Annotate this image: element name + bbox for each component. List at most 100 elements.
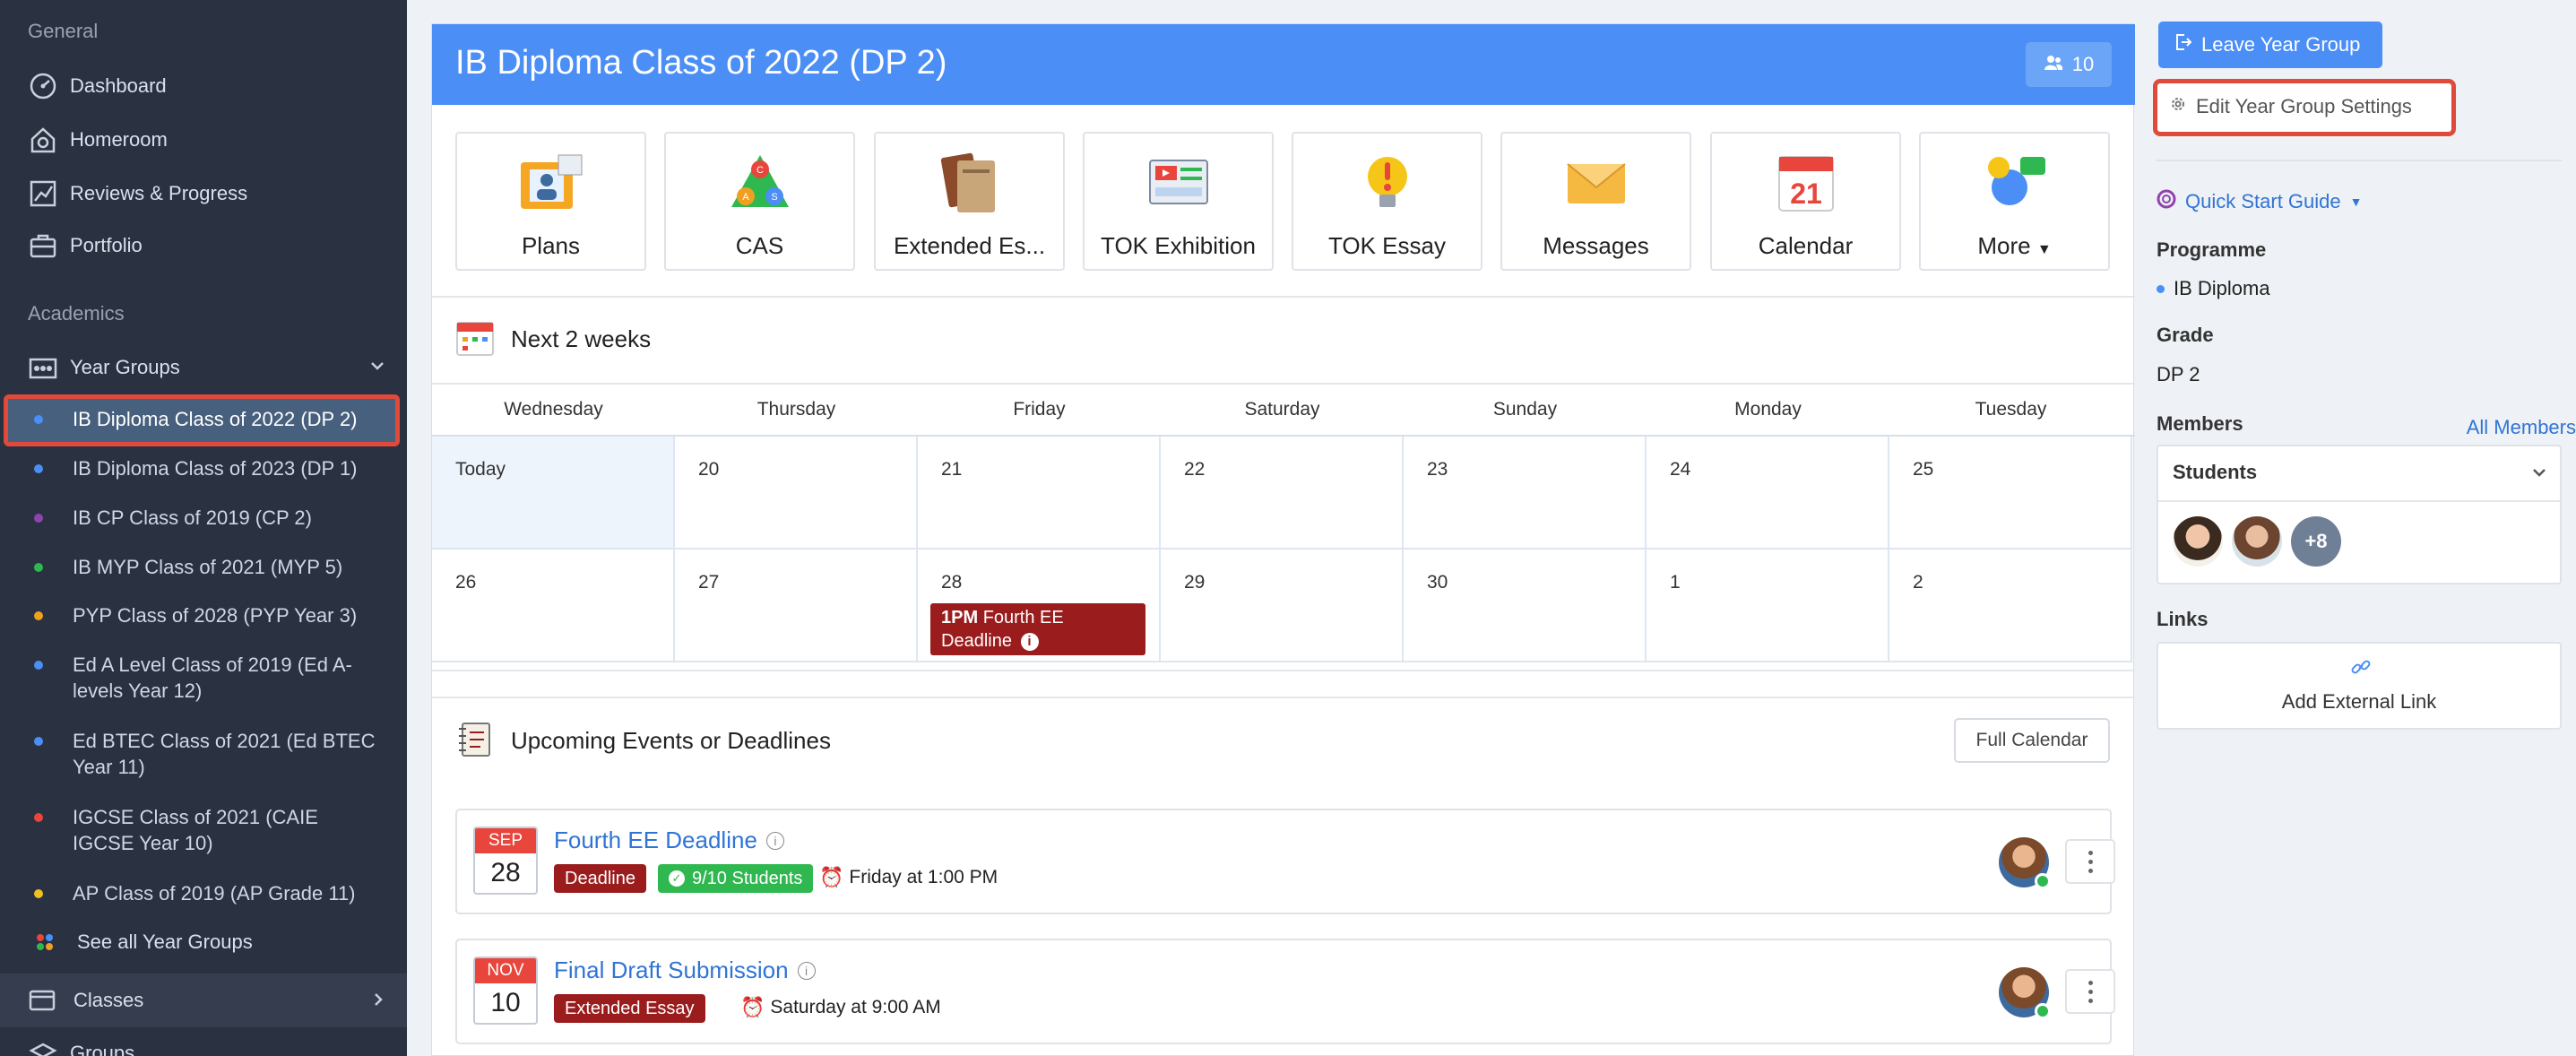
notebook-icon [455, 720, 495, 764]
members-count-button[interactable]: 10 [2026, 42, 2112, 87]
info-icon: i [1020, 632, 1039, 651]
link-icon [2350, 656, 2372, 682]
event-students-badge: ✓ 9/10 Students [658, 864, 814, 893]
calendar-cell[interactable]: 22 [1161, 437, 1404, 550]
cas-icon: C A S [726, 150, 794, 218]
year-group-dot [34, 464, 43, 473]
extended-essay-icon [936, 150, 1004, 218]
calendar-cell[interactable]: Today [432, 437, 675, 550]
upcoming-title: Upcoming Events or Deadlines [511, 727, 831, 754]
year-group-dot [34, 563, 43, 572]
avatar[interactable] [2232, 516, 2282, 567]
event-card[interactable]: SEP 28 Fourth EE Deadline i Deadline ✓ 9/1… [455, 809, 2115, 914]
nav-reviews[interactable]: Reviews & Progress [0, 168, 407, 220]
calendar-date: 1 [1670, 572, 1681, 593]
calendar-cell[interactable]: 27 [675, 550, 918, 662]
calendar-cell[interactable]: 2 [1889, 550, 2132, 662]
event-month: SEP [475, 828, 536, 853]
tool-more-label: More ▼ [1977, 232, 2052, 259]
full-calendar-button[interactable]: Full Calendar [1954, 718, 2110, 763]
year-group-item[interactable]: AP Class of 2019 (AP Grade 11) [34, 880, 403, 906]
avatar[interactable] [2173, 516, 2223, 567]
calendar-date: 30 [1427, 572, 1448, 593]
nav-homeroom[interactable]: Homeroom [0, 114, 407, 166]
year-group-item[interactable]: IB CP Class of 2019 (CP 2) [34, 505, 403, 531]
students-dropdown-label[interactable]: Students [2173, 461, 2257, 484]
page-title: IB Diploma Class of 2022 (DP 2) [455, 44, 947, 82]
event-menu-button[interactable] [2065, 839, 2115, 884]
calendar-date: 20 [698, 459, 720, 480]
tool-tok-essay[interactable]: TOK Essay [1292, 132, 1482, 271]
event-month: NOV [475, 958, 536, 983]
calendar-cell[interactable]: 23 [1404, 437, 1647, 550]
nav-groups[interactable]: Groups [0, 1027, 407, 1056]
all-members-link[interactable]: All Members [2467, 416, 2576, 439]
event-tag: Extended Essay [554, 994, 705, 1023]
calendar-day-header: Wednesday [504, 399, 603, 420]
calendar-date: 24 [1670, 459, 1691, 480]
year-group-label: AP Class of 2019 (AP Grade 11) [73, 882, 356, 905]
calendar-date: 27 [698, 572, 720, 593]
add-external-link-label: Add External Link [2281, 690, 2437, 713]
calendar-cell[interactable]: 29 [1161, 550, 1404, 662]
chevron-down-icon[interactable] [2531, 464, 2547, 485]
event-menu-button[interactable] [2065, 969, 2115, 1014]
year-group-item[interactable]: IB MYP Class of 2021 (MYP 5) [34, 554, 403, 580]
tool-tok-exhibition[interactable]: TOK Exhibition [1083, 132, 1274, 271]
nav-dashboard-label: Dashboard [70, 74, 167, 97]
see-all-year-groups[interactable]: See all Year Groups [7, 916, 407, 968]
messages-icon [1562, 150, 1630, 218]
year-group-item[interactable]: IB Diploma Class of 2023 (DP 1) [34, 455, 403, 481]
chart-line-icon [27, 177, 59, 210]
more-members-badge[interactable]: +8 [2291, 516, 2341, 567]
calendar-cell[interactable]: 20 [675, 437, 918, 550]
avatar[interactable] [1999, 837, 2051, 889]
year-group-label: IB Diploma Class of 2023 (DP 1) [73, 457, 358, 480]
nav-classes-label: Classes [73, 989, 144, 1011]
quick-start-guide[interactable]: Quick Start Guide ▼ [2157, 189, 2363, 214]
svg-text:C: C [756, 165, 764, 176]
year-group-item[interactable]: Ed BTEC Class of 2021 (Ed BTEC Year 11) [34, 728, 403, 780]
tool-calendar-label: Calendar [1758, 232, 1854, 259]
alarm-clock-icon: ⏰ [740, 996, 765, 1018]
year-group-item[interactable]: IB Diploma Class of 2022 (DP 2) [34, 406, 403, 432]
calendar-cell[interactable]: 26 [432, 550, 675, 662]
alarm-clock-icon: ⏰ [819, 866, 844, 888]
calendar-cell[interactable]: 1 [1647, 550, 1889, 662]
nav-classes[interactable]: Classes [0, 974, 407, 1027]
year-groups-icon [27, 351, 59, 384]
links-label: Links [2157, 608, 2209, 630]
tool-extended-essay[interactable]: Extended Es... [874, 132, 1065, 271]
calendar-event[interactable]: 1PM Fourth EE Deadline i [930, 603, 1145, 655]
calendar-cell[interactable]: 30 [1404, 550, 1647, 662]
event-card[interactable]: NOV 10 Final Draft Submission i Extended … [455, 939, 2115, 1044]
programme-value: IB Diploma [2157, 277, 2270, 300]
edit-year-group-settings-button[interactable]: Edit Year Group Settings [2169, 95, 2412, 118]
leave-year-group-button[interactable]: Leave Year Group [2158, 22, 2382, 68]
add-external-link-button[interactable]: Add External Link [2157, 642, 2562, 730]
tool-extended-essay-label: Extended Es... [893, 232, 1046, 259]
year-group-item[interactable]: Ed A Level Class of 2019 (Ed A-levels Ye… [34, 652, 403, 704]
calendar-cell[interactable]: 21 [918, 437, 1161, 550]
calendar-day-header: Saturday [1244, 399, 1320, 420]
tool-messages[interactable]: Messages [1500, 132, 1691, 271]
caret-down-icon: ▼ [2036, 242, 2052, 257]
avatar[interactable] [1999, 967, 2051, 1019]
year-group-item[interactable]: IGCSE Class of 2021 (CAIE IGCSE Year 10) [34, 804, 403, 856]
year-group-dot [34, 813, 43, 822]
divider [432, 670, 2135, 671]
nav-dashboard[interactable]: Dashboard [0, 60, 407, 112]
tool-cas[interactable]: CAS CAS [664, 132, 855, 271]
calendar-cell[interactable]: 25 [1889, 437, 2132, 550]
tool-calendar[interactable]: 21 Calendar [1710, 132, 1901, 271]
nav-year-groups[interactable]: Year Groups [0, 342, 407, 394]
nav-homeroom-label: Homeroom [70, 128, 168, 151]
tool-more[interactable]: More ▼ [1919, 132, 2110, 271]
nav-portfolio[interactable]: Portfolio [0, 220, 407, 272]
tool-plans[interactable]: Plans [455, 132, 646, 271]
event-title[interactable]: Fourth EE Deadline i [554, 827, 784, 854]
year-group-item[interactable]: PYP Class of 2028 (PYP Year 3) [34, 602, 403, 628]
event-title[interactable]: Final Draft Submission i [554, 956, 816, 984]
calendar-cell[interactable]: 24 [1647, 437, 1889, 550]
nav-reviews-label: Reviews & Progress [70, 182, 248, 204]
